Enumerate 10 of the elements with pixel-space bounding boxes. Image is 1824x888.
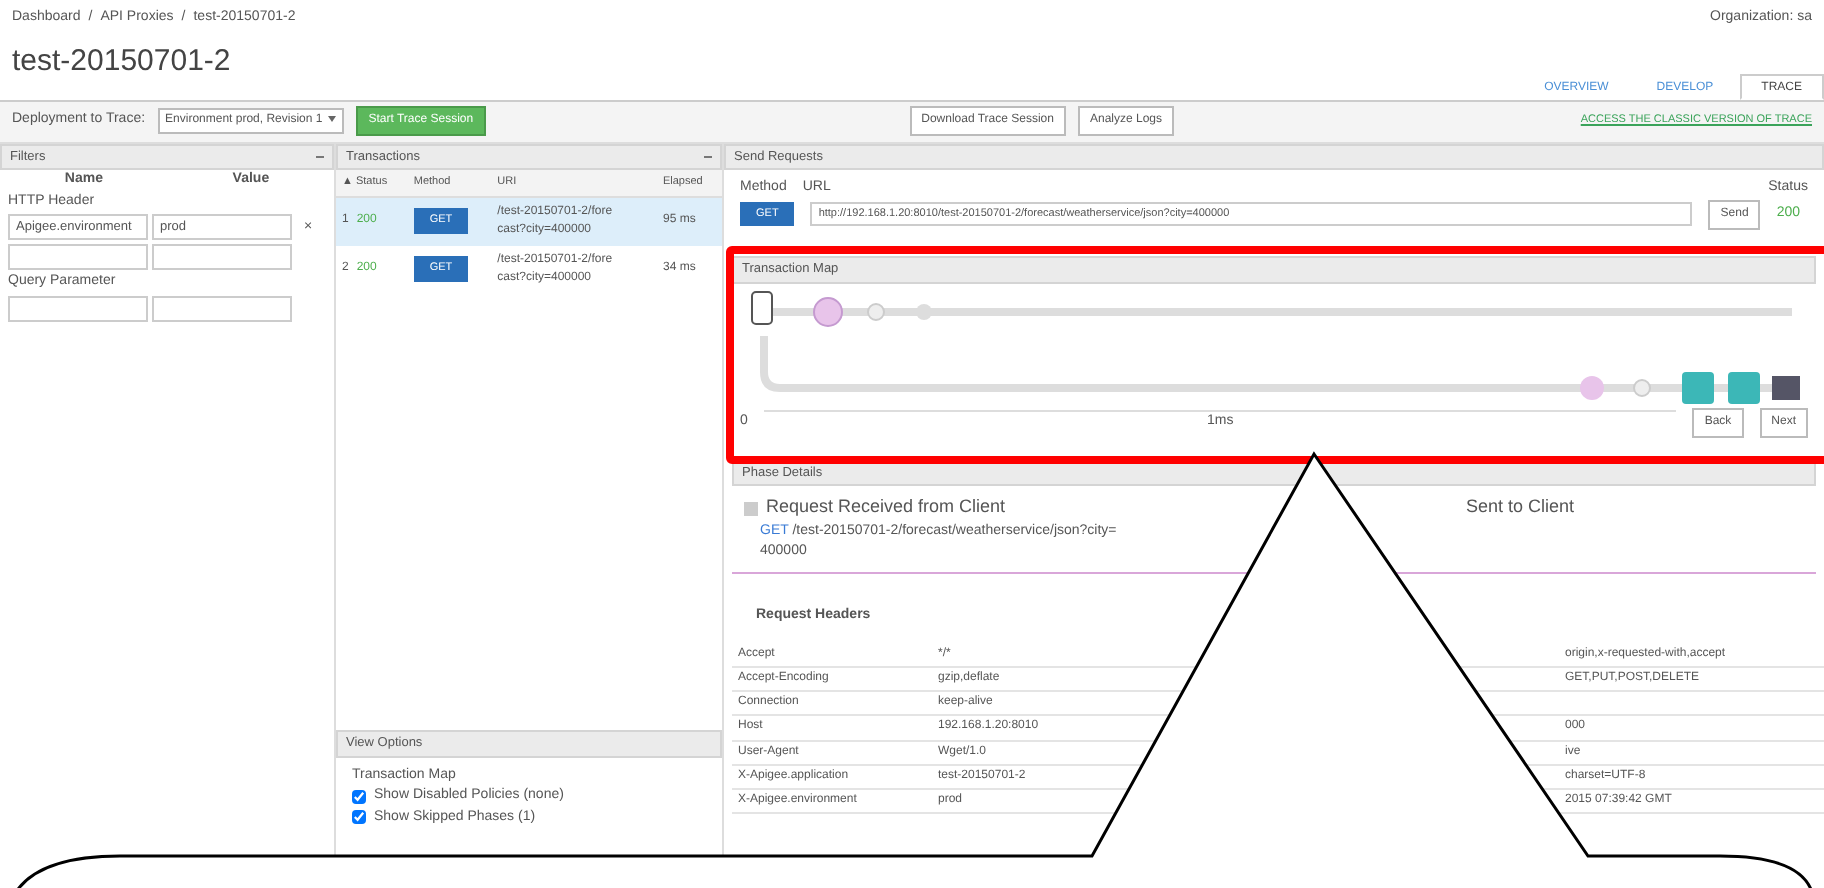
phase-icon xyxy=(744,501,758,515)
checkbox[interactable] xyxy=(352,789,366,804)
page-title: test-20150701-2 xyxy=(10,42,233,82)
phase-title: Request Received from Client xyxy=(766,494,1006,521)
name-field[interactable] xyxy=(8,244,148,271)
value-field[interactable] xyxy=(152,244,292,271)
checkbox[interactable] xyxy=(352,810,366,825)
phase-title: Sent to Client xyxy=(1466,494,1575,521)
name-field[interactable] xyxy=(8,295,148,322)
value-field[interactable] xyxy=(152,295,292,322)
